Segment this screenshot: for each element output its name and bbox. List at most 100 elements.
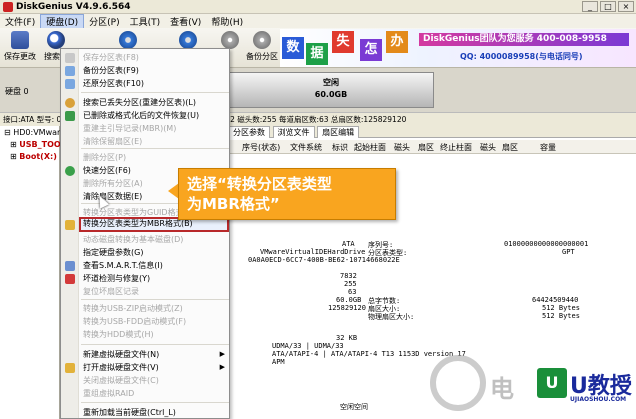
menu-item-delete-partition[interactable]: 删除分区(P) [81,151,229,164]
menu-item-dynamic-to-basic[interactable]: 动态磁盘转换为基本磁盘(D) [81,233,229,246]
close-button[interactable]: × [618,1,634,12]
convert-mbr-icon [65,220,75,230]
menu-item-close-virtual-disk[interactable]: 关闭虚拟硬盘文件(C) [81,374,229,387]
tab-strip: 分区参数 浏览文件 扇区编辑 [228,126,636,138]
banner-phone: 400-008-9958 [536,34,607,44]
menu-item-bad-sector-check[interactable]: 坏道检测与修复(Y) [81,272,229,285]
save-changes-button[interactable]: 保存更改 [2,30,38,66]
backup-partition-label: 备份分区 [246,52,278,61]
detail-sn-value: 01000000000000000001 [504,240,589,248]
tab-partition-params[interactable]: 分区参数 [228,126,270,138]
menu-item-save-partition-table[interactable]: 保存分区表(F8) [81,51,229,64]
search-icon [47,31,65,49]
banner-char: 失 [332,31,354,53]
ad-banner[interactable]: 数 据 失 怎 办 DiskGenius团队为您服务 400-008-9958 … [280,29,636,67]
col-start-cyl[interactable]: 起始柱面 [354,142,386,153]
free-space-label: 空闲 [323,78,339,87]
col-end-sector[interactable]: 扇区 [502,142,518,153]
menu-item-new-virtual-disk[interactable]: 新建虚拟硬盘文件(N) ▶ [81,348,229,361]
menu-disk[interactable]: 硬盘(D) [40,13,85,29]
banner-qq: QQ: 4000089958(与电话同号) [460,52,583,61]
menu-separator [81,344,229,345]
menu-item-smart-info[interactable]: 查看S.M.A.R.T.信息(I) [81,259,229,272]
menu-item-usb-zip[interactable]: 转换为USB-ZIP启动模式(Z) [81,302,229,315]
tab-sector-edit[interactable]: 扇区编辑 [317,126,360,138]
menu-item-search-lost-partition[interactable]: 搜索已丢失分区(重建分区表)(L) [81,96,229,109]
detail-capacity: 60.0GB [336,296,362,304]
menu-item-rebuild-mbr[interactable]: 重建主引导记录(MBR)(M) [81,122,229,135]
free-space-block[interactable]: 空闲 60.0GB [228,72,434,108]
title-bar: DiskGenius V4.9.6.564 _ □ × [0,0,636,14]
menu-item-reload-disk[interactable]: 重新加载当前硬盘(Ctrl_L) [81,406,229,418]
window-title: DiskGenius V4.9.6.564 [16,1,131,12]
menu-item-specify-disk-params[interactable]: 指定硬盘参数(G) [81,246,229,259]
save-changes-label: 保存更改 [4,52,36,61]
menu-item-open-virtual-disk[interactable]: 打开虚拟硬盘文件(V) ▶ [81,361,229,374]
col-head[interactable]: 磁头 [394,142,410,153]
maximize-button[interactable]: □ [600,1,616,12]
save-icon [11,31,29,49]
brand-url: UJIAOSHOU.COM [570,396,627,403]
backup-partition-button[interactable]: 备份分区 [244,30,280,66]
file-recovery-icon [65,111,75,121]
col-capacity[interactable]: 容量 [540,142,556,153]
menu-item-file-recovery[interactable]: 已删除或格式化后的文件恢复(U) [81,109,229,122]
detail-buffer: 32 KB [336,334,358,342]
detail-model: VMwareVirtualIDEHardDrive [260,248,366,256]
col-end-cyl[interactable]: 终止柱面 [440,142,472,153]
col-id[interactable]: 标识 [332,142,348,153]
menu-item-backup-partition-table[interactable]: 备份分区表(F9) [81,64,229,77]
disk-label: 硬盘 0 [5,87,29,96]
menu-item-restore-partition-table[interactable]: 还原分区表(F10) [81,77,229,90]
detail-pt-label: 分区表类型: [368,249,408,257]
banner-char: 办 [386,31,408,53]
menu-file[interactable]: 文件(F) [0,15,40,28]
menu-bar: 文件(F) 硬盘(D) 分区(P) 工具(T) 查看(V) 帮助(H) [0,13,636,29]
detail-interface: ATA [342,240,355,248]
menu-separator [81,299,229,300]
disk-icon [119,31,137,49]
menu-item-reset-bad-sectors[interactable]: 复位坏扇区记录 [81,285,229,298]
backup-partition-table-icon [65,66,75,76]
col-sector[interactable]: 扇区 [418,142,434,153]
col-index[interactable]: 序号(状态) [242,142,280,153]
disk-tree: ⊟ HD0:VMware... ⊞ USB_TOOL ⊞ Boot(X:) [0,126,73,419]
detail-cylinders: 7832 [340,272,357,280]
banner-char: 据 [306,43,328,65]
tree-node-usb-tool[interactable]: ⊞ USB_TOOL [10,140,66,149]
menu-item-usb-fdd[interactable]: 转换为USB-FDD启动模式(F) [81,315,229,328]
submenu-arrow-icon: ▶ [219,363,225,371]
detail-phys-label: 物理扇区大小: [368,313,415,321]
menu-item-rebuild-raid[interactable]: 重组虚拟RAID [81,387,229,400]
tab-browse-files[interactable]: 浏览文件 [272,126,315,138]
banner-char: 怎 [360,39,382,61]
detail-sector-size-value: 512 Bytes [542,304,580,312]
detail-total-sectors: 125829120 [328,304,366,312]
col-end-head[interactable]: 磁头 [480,142,496,153]
submenu-arrow-icon: ▶ [219,350,225,358]
detail-bytes-value: 64424509440 [532,296,579,304]
tree-node-boot[interactable]: ⊞ Boot(X:) [10,152,57,161]
detail-free-space: 空闲空间 [340,403,368,411]
menu-partition[interactable]: 分区(P) [84,15,124,28]
menu-separator [81,92,229,93]
watermark-ring-icon [430,355,486,411]
brand-logo-icon: U [537,368,567,398]
detail-apm: APM [272,358,285,366]
detail-sectors: 63 [348,288,357,296]
minimize-button[interactable]: _ [582,1,598,12]
col-filesystem[interactable]: 文件系统 [290,142,322,153]
menu-help[interactable]: 帮助(H) [206,15,248,28]
instruction-callout: 选择“转换分区表类型 为MBR格式” [178,168,396,220]
menu-item-hdd-mode[interactable]: 转换为HDD模式(H) [81,328,229,341]
disk-icon [179,31,197,49]
menu-view[interactable]: 查看(V) [165,15,206,28]
menu-item-clear-reserved-sectors[interactable]: 清除保留扇区(E) [81,135,229,148]
detail-phys-value: 512 Bytes [542,312,580,320]
detail-pt-value: GPT [562,248,575,256]
restore-partition-table-icon [65,79,75,89]
banner-char: 数 [282,37,304,59]
menu-tools[interactable]: 工具(T) [125,15,166,28]
watermark-char: 电 [490,375,514,403]
save-partition-table-icon [65,53,75,63]
